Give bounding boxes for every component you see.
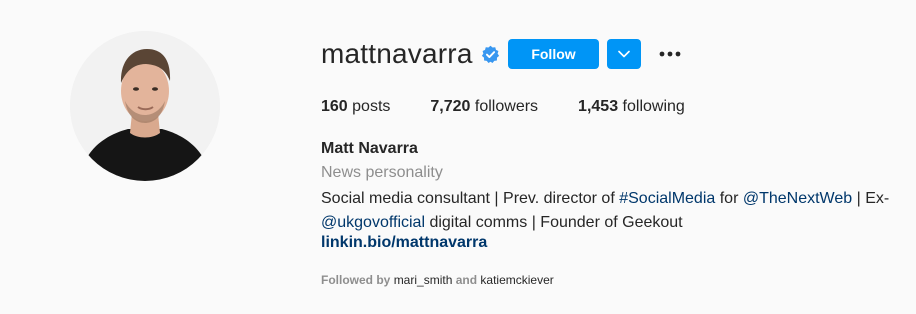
followers-count: 7,720 (430, 98, 471, 115)
followers-stat[interactable]: 7,720 followers (430, 98, 538, 116)
hashtag-link[interactable]: #SocialMedia (619, 190, 715, 207)
suggested-accounts-dropdown-button[interactable] (607, 39, 641, 69)
following-label: following (622, 98, 685, 115)
profile-photo (70, 31, 220, 181)
chevron-down-icon (618, 50, 630, 58)
followers-label: followers (474, 98, 539, 115)
mention-link[interactable]: @ukgovofficial (321, 214, 425, 231)
profile-header: mattnavarra (321, 38, 500, 70)
username: mattnavarra (321, 38, 473, 69)
bio-text: | Ex- (852, 190, 890, 207)
more-options-button[interactable] (656, 41, 684, 67)
posts-stat: 160 posts (321, 98, 390, 116)
verified-badge-icon (481, 45, 500, 64)
following-count: 1,453 (578, 98, 619, 115)
follow-button[interactable]: Follow (508, 39, 599, 69)
mention-link[interactable]: @TheNextWeb (743, 190, 852, 207)
followed-by-and: and (455, 273, 478, 287)
bio-text: for (715, 190, 743, 207)
following-stat[interactable]: 1,453 following (578, 98, 685, 116)
profile-stats: 160 posts 7,720 followers 1,453 followin… (321, 98, 725, 116)
bio: Social media consultant | Prev. director… (321, 187, 891, 235)
bio-text: Social media consultant | Prev. director… (321, 190, 620, 207)
profile-avatar[interactable] (70, 31, 220, 181)
followed-by[interactable]: Followed by mari_smith and katiemckiever (321, 273, 554, 287)
posts-label: posts (352, 98, 391, 115)
profile-category: News personality (321, 164, 443, 181)
more-options-icon (659, 51, 681, 57)
posts-count: 160 (321, 98, 348, 115)
followed-by-user: mari_smith (393, 273, 453, 287)
bio-text: digital comms | Founder of Geekout (425, 214, 683, 231)
followed-by-user: katiemckiever (480, 273, 554, 287)
followed-by-prefix: Followed by (321, 273, 391, 287)
full-name: Matt Navarra (321, 140, 418, 157)
website-link[interactable]: linkin.bio/mattnavarra (321, 234, 487, 252)
